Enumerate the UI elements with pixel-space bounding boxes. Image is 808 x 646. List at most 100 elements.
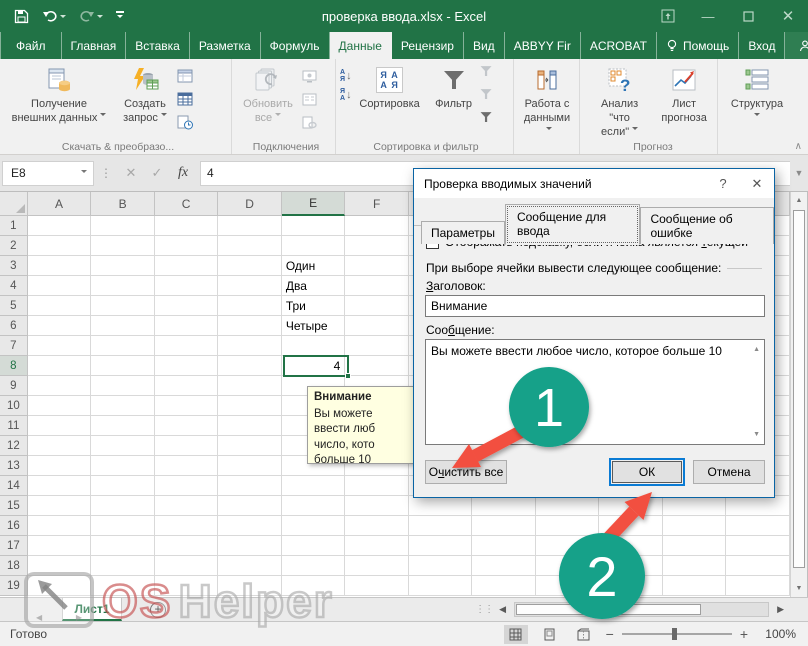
cell-I19[interactable] xyxy=(536,576,600,596)
cell-F17[interactable] xyxy=(345,536,409,556)
hscroll-right-icon[interactable]: ▶ xyxy=(771,604,790,615)
cell-C1[interactable] xyxy=(155,216,219,236)
row-header-6[interactable]: 6 xyxy=(0,316,28,336)
cell-A10[interactable] xyxy=(28,396,92,416)
customize-quick-access-icon[interactable] xyxy=(116,11,124,21)
cell-D13[interactable] xyxy=(218,456,282,476)
expand-formula-bar-icon[interactable]: ▼ xyxy=(790,168,808,178)
cell-H16[interactable] xyxy=(472,516,536,536)
cell-F19[interactable] xyxy=(345,576,409,596)
cell-F5[interactable] xyxy=(345,296,409,316)
row-header-4[interactable]: 4 xyxy=(0,276,28,296)
cell-B1[interactable] xyxy=(91,216,155,236)
row-header-11[interactable]: 11 xyxy=(0,416,28,436)
row-header-13[interactable]: 13 xyxy=(0,456,28,476)
cell-B17[interactable] xyxy=(91,536,155,556)
dialog-help-button[interactable]: ? xyxy=(706,169,740,198)
cell-E4[interactable]: Два xyxy=(282,276,346,296)
cell-A15[interactable] xyxy=(28,496,92,516)
sheet-tab-list1[interactable]: Лист1 xyxy=(62,598,122,621)
cell-E15[interactable] xyxy=(282,496,346,516)
row-header-2[interactable]: 2 xyxy=(0,236,28,256)
cell-D17[interactable] xyxy=(218,536,282,556)
ribbon-tab-вставка[interactable]: Вставка xyxy=(126,32,190,59)
cell-I15[interactable] xyxy=(536,496,600,516)
new-sheet-button[interactable]: + xyxy=(150,602,166,618)
cell-J15[interactable] xyxy=(599,496,663,516)
cell-B14[interactable] xyxy=(91,476,155,496)
cell-C17[interactable] xyxy=(155,536,219,556)
recent-sources-icon[interactable] xyxy=(176,113,194,131)
tab-error-message[interactable]: Сообщение об ошибке xyxy=(640,207,774,244)
cell-E17[interactable] xyxy=(282,536,346,556)
cell-D2[interactable] xyxy=(218,236,282,256)
cell-F8[interactable] xyxy=(345,356,409,376)
scroll-down-icon[interactable]: ▼ xyxy=(791,580,807,597)
cell-D4[interactable] xyxy=(218,276,282,296)
page-break-view-icon[interactable] xyxy=(572,625,596,644)
cell-B2[interactable] xyxy=(91,236,155,256)
cell-D3[interactable] xyxy=(218,256,282,276)
page-layout-view-icon[interactable] xyxy=(538,625,562,644)
cell-C6[interactable] xyxy=(155,316,219,336)
cell-H19[interactable] xyxy=(472,576,536,596)
hscroll-left-icon[interactable]: ◀ xyxy=(493,604,512,615)
cell-J16[interactable] xyxy=(599,516,663,536)
cell-H17[interactable] xyxy=(472,536,536,556)
row-header-17[interactable]: 17 xyxy=(0,536,28,556)
zoom-slider[interactable]: − + xyxy=(606,626,748,642)
cell-C2[interactable] xyxy=(155,236,219,256)
cell-C16[interactable] xyxy=(155,516,219,536)
cell-E2[interactable] xyxy=(282,236,346,256)
cell-C7[interactable] xyxy=(155,336,219,356)
cell-A19[interactable] xyxy=(28,576,92,596)
cell-H18[interactable] xyxy=(472,556,536,576)
zoom-track[interactable] xyxy=(622,633,732,635)
cell-E16[interactable] xyxy=(282,516,346,536)
minimize-button[interactable]: — xyxy=(688,0,728,32)
from-table-icon[interactable] xyxy=(176,90,194,108)
cell-D10[interactable] xyxy=(218,396,282,416)
zoom-out-icon[interactable]: − xyxy=(606,626,614,642)
cell-A1[interactable] xyxy=(28,216,92,236)
cell-K19[interactable] xyxy=(663,576,727,596)
cell-F18[interactable] xyxy=(345,556,409,576)
cell-J17[interactable] xyxy=(599,536,663,556)
cell-B4[interactable] xyxy=(91,276,155,296)
save-icon[interactable] xyxy=(14,9,29,24)
column-header-F[interactable]: F xyxy=(345,192,409,216)
cell-D16[interactable] xyxy=(218,516,282,536)
cell-L16[interactable] xyxy=(726,516,790,536)
row-header-3[interactable]: 3 xyxy=(0,256,28,276)
cell-B19[interactable] xyxy=(91,576,155,596)
cell-K16[interactable] xyxy=(663,516,727,536)
cell-B3[interactable] xyxy=(91,256,155,276)
cell-G19[interactable] xyxy=(409,576,473,596)
ribbon-tab-формуль[interactable]: Формуль xyxy=(261,32,330,59)
cell-B8[interactable] xyxy=(91,356,155,376)
ribbon-display-options-icon[interactable] xyxy=(648,0,688,32)
row-header-19[interactable]: 19 xyxy=(0,576,28,596)
ribbon-tab-рецензир[interactable]: Рецензир xyxy=(392,32,464,59)
ribbon-tab-вход[interactable]: Вход xyxy=(739,32,785,59)
cell-D8[interactable] xyxy=(218,356,282,376)
message-field[interactable]: Вы можете ввести любое число, которое бо… xyxy=(425,339,765,445)
cell-A8[interactable] xyxy=(28,356,92,376)
ribbon-tab-главная[interactable]: Главная xyxy=(62,32,127,59)
cell-B6[interactable] xyxy=(91,316,155,336)
cell-B10[interactable] xyxy=(91,396,155,416)
cell-D7[interactable] xyxy=(218,336,282,356)
cell-G18[interactable] xyxy=(409,556,473,576)
cell-B18[interactable] xyxy=(91,556,155,576)
zoom-percentage[interactable]: 100% xyxy=(758,627,796,641)
cell-C19[interactable] xyxy=(155,576,219,596)
cell-I16[interactable] xyxy=(536,516,600,536)
cell-J19[interactable] xyxy=(599,576,663,596)
row-header-14[interactable]: 14 xyxy=(0,476,28,496)
outline-button[interactable]: Структура xyxy=(722,63,792,128)
textarea-scroll-up-icon[interactable]: ▲ xyxy=(753,345,760,354)
ok-button[interactable]: ОК xyxy=(612,461,682,483)
undo-button[interactable] xyxy=(42,9,66,23)
cell-C10[interactable] xyxy=(155,396,219,416)
cell-K18[interactable] xyxy=(663,556,727,576)
